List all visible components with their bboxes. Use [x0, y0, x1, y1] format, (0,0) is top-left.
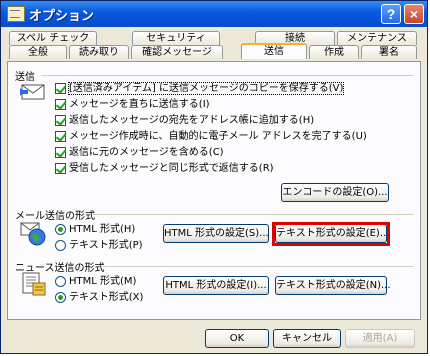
options-dialog: オプション ? × スペル チェック セキュリティ 接続 メンテナンス 全般 読…	[0, 0, 428, 354]
encoding-settings-button[interactable]: エンコードの設定(O)...	[281, 183, 389, 202]
news-text-settings-button[interactable]: テキスト形式の設定(N)...	[275, 276, 391, 295]
radio-button[interactable]	[55, 275, 66, 287]
option-label: 受信したメッセージと同じ形式で返信する(R)	[69, 163, 274, 174]
radio-button[interactable]	[55, 291, 66, 303]
mail-format-group-label: メール送信の形式	[15, 211, 95, 222]
mail-html-radio[interactable]: HTML 形式(H)	[55, 223, 135, 237]
option-autocomplete[interactable]: メッセージ作成時に、自動的に電子メール アドレスを完了する(U)	[55, 130, 367, 144]
checkbox[interactable]	[55, 162, 66, 174]
tab-compose[interactable]: 作成	[309, 45, 359, 59]
checkbox[interactable]	[55, 82, 66, 94]
option-send-immediately[interactable]: メッセージを直ちに送信する(I)	[55, 98, 210, 112]
news-html-radio[interactable]: HTML 形式(M)	[55, 275, 136, 289]
option-reply-same-format[interactable]: 受信したメッセージと同じ形式で返信する(R)	[55, 162, 274, 176]
tab-receipts[interactable]: 確認メッセージ	[131, 45, 223, 59]
checkbox[interactable]	[55, 114, 66, 126]
option-label: メッセージを直ちに送信する(I)	[69, 99, 210, 110]
option-label: メッセージ作成時に、自動的に電子メール アドレスを完了する(U)	[69, 131, 367, 142]
mail-text-radio[interactable]: テキスト形式(P)	[55, 239, 143, 253]
news-html-settings-button[interactable]: HTML 形式の設定(I)...	[163, 276, 269, 295]
help-button[interactable]: ?	[381, 4, 401, 24]
news-icon	[21, 271, 47, 300]
radio-button[interactable]	[55, 223, 66, 235]
option-label: [送信済みアイテム] に送信メッセージのコピーを保存する(V)	[67, 82, 345, 95]
news-text-radio[interactable]: テキスト形式(X)	[55, 291, 143, 305]
radio-label: HTML 形式(M)	[69, 276, 137, 287]
send-mail-icon	[20, 81, 46, 106]
title-bar[interactable]: オプション ? ×	[1, 1, 427, 27]
dialog-icon	[7, 6, 25, 22]
option-label: 返信に元のメッセージを含める(C)	[69, 147, 224, 158]
close-button[interactable]: ×	[404, 4, 424, 24]
option-include-original[interactable]: 返信に元のメッセージを含める(C)	[55, 146, 224, 160]
tab-spellcheck[interactable]: スペル チェック	[9, 31, 97, 45]
option-label: 返信したメッセージの宛先をアドレス帳に追加する(H)	[69, 115, 315, 126]
checkbox[interactable]	[55, 130, 66, 142]
tab-strip: スペル チェック セキュリティ 接続 メンテナンス 全般 読み取り 確認メッセー…	[7, 31, 423, 63]
mail-format-separator	[93, 214, 413, 215]
option-add-to-address-book[interactable]: 返信したメッセージの宛先をアドレス帳に追加する(H)	[55, 114, 314, 128]
tab-send[interactable]: 送信	[241, 43, 307, 59]
tab-signatures[interactable]: 署名	[361, 45, 417, 59]
checkbox[interactable]	[55, 98, 66, 110]
highlight-frame	[272, 222, 390, 246]
radio-label: HTML 形式(H)	[69, 224, 136, 235]
cancel-button[interactable]: キャンセル	[273, 329, 341, 348]
tab-read[interactable]: 読み取り	[69, 45, 129, 59]
tab-maintenance[interactable]: メンテナンス	[337, 31, 417, 45]
checkbox[interactable]	[55, 146, 66, 158]
mail-html-settings-button[interactable]: HTML 形式の設定(S)...	[163, 224, 269, 243]
send-separator	[41, 75, 413, 76]
window-title: オプション	[29, 8, 95, 23]
ok-button[interactable]: OK	[205, 329, 269, 348]
news-format-separator	[101, 266, 413, 267]
option-save-copy[interactable]: [送信済みアイテム] に送信メッセージのコピーを保存する(V)	[55, 82, 345, 96]
tab-security[interactable]: セキュリティ	[132, 31, 220, 45]
radio-label: テキスト形式(X)	[69, 292, 144, 303]
tab-general[interactable]: 全般	[9, 45, 67, 59]
apply-button[interactable]: 適用(A)	[345, 329, 415, 348]
mail-globe-icon	[19, 221, 49, 250]
radio-button[interactable]	[55, 239, 66, 251]
radio-label: テキスト形式(P)	[69, 240, 143, 251]
